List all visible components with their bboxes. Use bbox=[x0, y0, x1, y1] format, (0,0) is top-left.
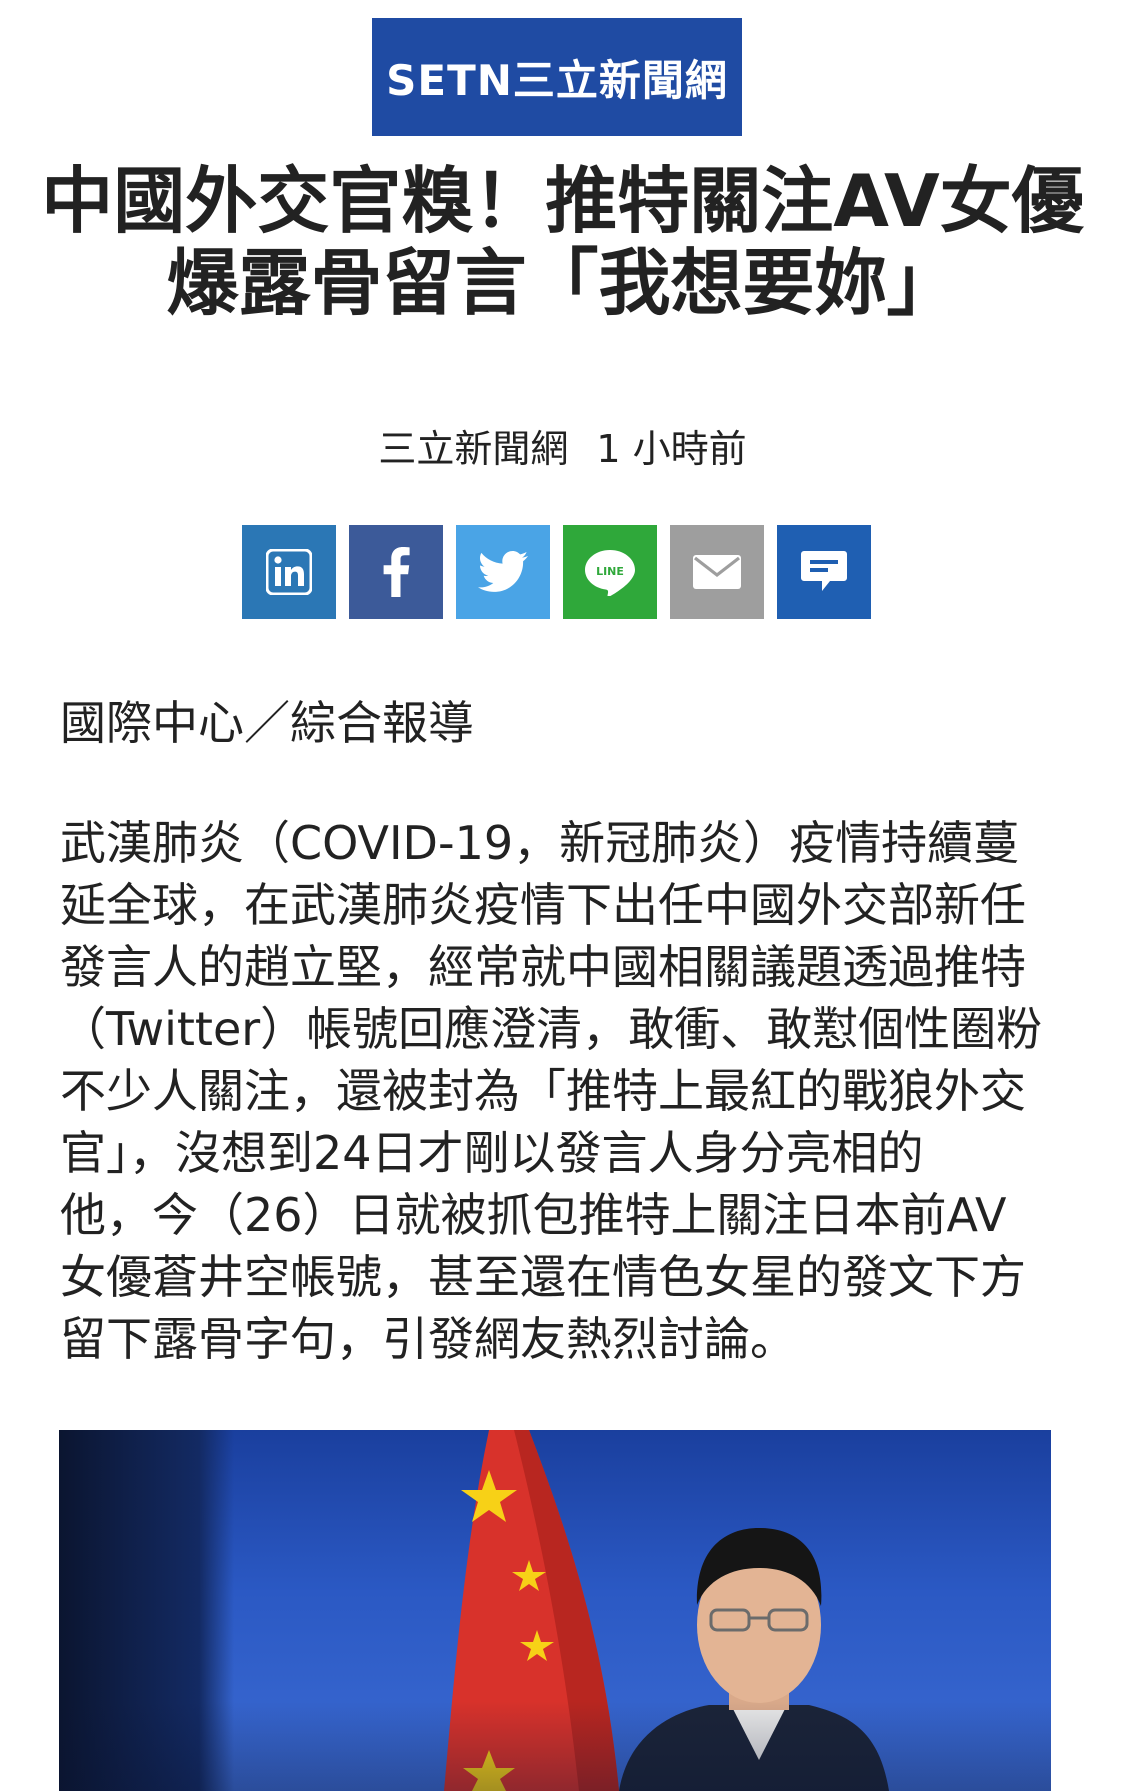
headline-line-2: 爆露骨留言「我想要妳」 bbox=[166, 241, 959, 325]
body-line: 武漢肺炎（COVID-19，新冠肺炎）疫情持續蔓 bbox=[60, 816, 1020, 870]
share-twitter-button[interactable] bbox=[456, 525, 550, 619]
body-line: 留下露骨字句，引發網友熱烈討論。 bbox=[60, 1312, 796, 1366]
article-source[interactable]: 三立新聞網 bbox=[378, 427, 568, 471]
line-icon: LINE bbox=[585, 550, 635, 596]
share-email-button[interactable] bbox=[670, 525, 764, 619]
body-line: 發言人的趙立堅，經常就中國相關議題透過推特 bbox=[60, 940, 1026, 994]
linkedin-icon bbox=[266, 549, 312, 595]
facebook-icon bbox=[383, 547, 410, 597]
body-line: 他，今（26）日就被抓包推特上關注日本前AV bbox=[60, 1188, 1007, 1242]
article-body: 武漢肺炎（COVID-19，新冠肺炎）疫情持續蔓 延全球，在武漢肺炎疫情下出任中… bbox=[60, 812, 1060, 1370]
site-logo-text: SETN三立新聞網 bbox=[386, 55, 728, 105]
share-bar: LINE bbox=[242, 525, 871, 619]
twitter-icon bbox=[478, 551, 528, 592]
svg-text:LINE: LINE bbox=[596, 565, 624, 578]
headline-line-1: 中國外交官糗！推特關注AV女優 bbox=[41, 159, 1084, 243]
body-line: 不少人關注，還被封為「推特上最紅的戰狼外交 bbox=[60, 1064, 1026, 1118]
share-facebook-button[interactable] bbox=[349, 525, 443, 619]
body-line: （Twitter）帳號回應澄清，敢衝、敢懟個性圈粉 bbox=[60, 1002, 1043, 1056]
body-line: 女優蒼井空帳號，甚至還在情色女星的發文下方 bbox=[60, 1250, 1026, 1304]
body-line: 延全球，在武漢肺炎疫情下出任中國外交部新任 bbox=[60, 878, 1026, 932]
article-photo[interactable] bbox=[59, 1430, 1051, 1791]
site-logo[interactable]: SETN三立新聞網 bbox=[372, 18, 742, 136]
article-time: 1 小時前 bbox=[596, 427, 747, 471]
share-line-button[interactable]: LINE bbox=[563, 525, 657, 619]
share-comment-button[interactable] bbox=[777, 525, 871, 619]
share-linkedin-button[interactable] bbox=[242, 525, 336, 619]
comment-icon bbox=[801, 551, 847, 591]
body-line: 官」，沒想到24日才剛以發言人身分亮相的 bbox=[60, 1126, 924, 1180]
article-headline: 中國外交官糗！推特關注AV女優 爆露骨留言「我想要妳」 bbox=[30, 160, 1095, 324]
mail-icon bbox=[693, 555, 741, 589]
article-meta: 三立新聞網 1 小時前 bbox=[0, 425, 1125, 473]
article-byline: 國際中心／綜合報導 bbox=[60, 696, 474, 750]
photo-bottom-shade bbox=[59, 1701, 1051, 1791]
